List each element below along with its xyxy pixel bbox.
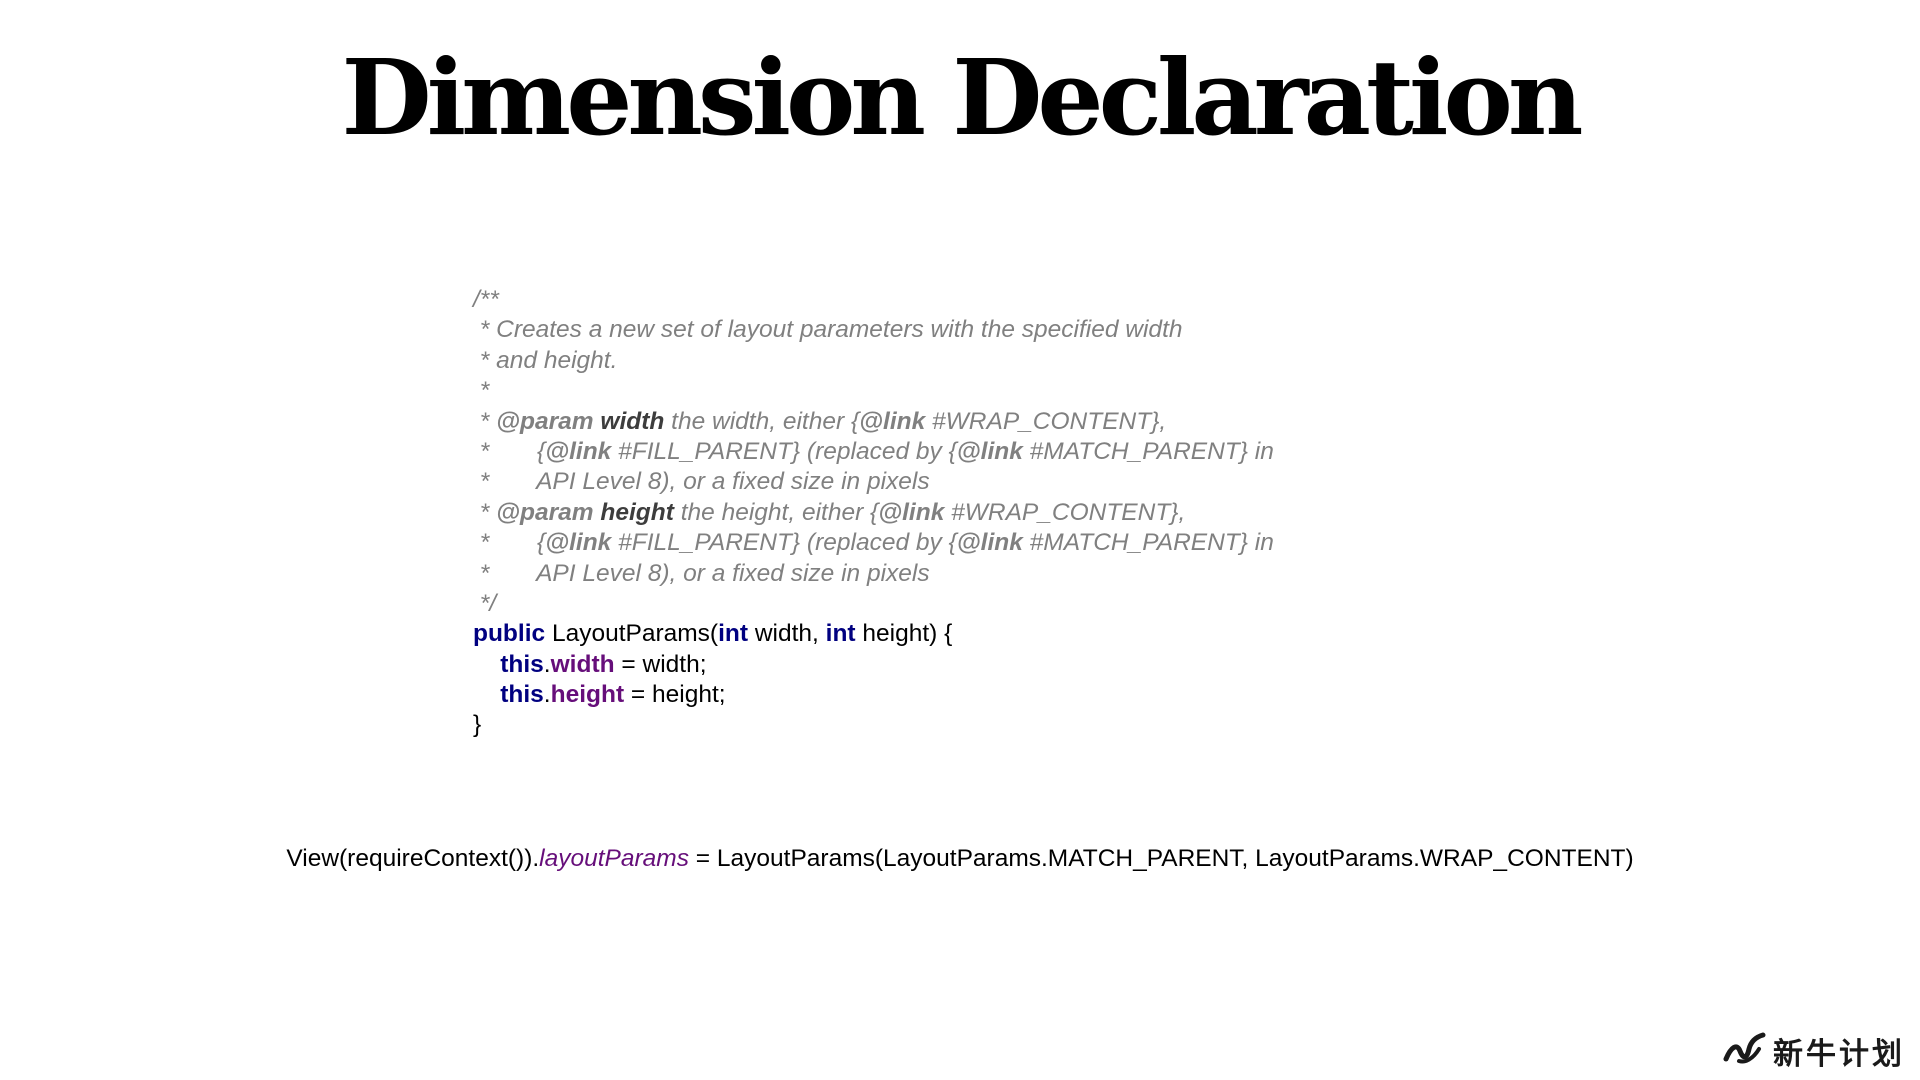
usage-example: View(requireContext()).layoutParams = La…	[0, 845, 1920, 873]
javadoc-text: #FILL_PARENT} (replaced by {	[611, 437, 957, 465]
javadoc-param-height: * @param height the height, either {@lin…	[473, 498, 1274, 528]
javadoc-line: *	[473, 377, 490, 405]
assign-width-line: this.width = width;	[500, 650, 707, 678]
javadoc-line: * and height.	[473, 346, 618, 374]
code-snippet: /** * Creates a new set of layout parame…	[473, 285, 1274, 741]
closing-brace: }	[473, 711, 482, 739]
niu-logo-icon	[1723, 1029, 1767, 1074]
javadoc-text: #WRAP_CONTENT},	[944, 498, 1186, 526]
arg-width: width,	[748, 620, 826, 648]
javadoc-text: #WRAP_CONTENT},	[925, 407, 1167, 435]
javadoc-prefix: *	[473, 407, 497, 435]
assign-height-line: this.height = height;	[500, 681, 726, 709]
javadoc-text: #FILL_PARENT} (replaced by {	[611, 529, 957, 557]
keyword-public: public	[473, 620, 546, 648]
usage-property: layoutParams	[539, 845, 689, 872]
keyword-int: int	[825, 620, 856, 648]
javadoc-line: * API Level 8), or a fixed size in pixel…	[473, 559, 930, 587]
link-tag: @link	[956, 437, 1023, 465]
brand-name: 新牛计划	[1773, 1037, 1905, 1072]
constructor-name: LayoutParams(	[545, 620, 719, 648]
keyword-this: this	[500, 650, 544, 678]
usage-prefix: View(requireContext()).	[286, 845, 540, 872]
keyword-this: this	[500, 681, 544, 709]
param-name-height: height	[600, 498, 674, 526]
javadoc-line: * API Level 8), or a fixed size in pixel…	[473, 468, 930, 496]
link-tag: @link	[859, 407, 926, 435]
link-tag: @link	[956, 529, 1023, 557]
javadoc-text: #MATCH_PARENT} in	[1022, 529, 1274, 557]
javadoc-prefix: *	[473, 498, 497, 526]
constructor-signature: public LayoutParams(int width, int heigh…	[473, 619, 1274, 649]
param-tag: @param	[496, 407, 594, 435]
javadoc-text: the width, either {	[664, 407, 860, 435]
javadoc-param-width-cont: * {@link #FILL_PARENT} (replaced by {@li…	[473, 437, 1274, 467]
javadoc-line: * Creates a new set of layout parameters…	[473, 316, 1183, 344]
link-tag: @link	[878, 498, 945, 526]
javadoc-text: * {	[473, 529, 546, 557]
javadoc-close: */	[473, 589, 497, 617]
javadoc-open: /**	[473, 286, 499, 313]
arg-height: height) {	[855, 620, 953, 648]
javadoc-text: * {	[473, 437, 546, 465]
link-tag: @link	[545, 437, 612, 465]
javadoc-param-width: * @param width the width, either {@link …	[473, 407, 1274, 437]
usage-suffix: = LayoutParams(LayoutParams.MATCH_PARENT…	[688, 845, 1634, 872]
javadoc-text: #MATCH_PARENT} in	[1022, 437, 1274, 465]
field-height: height	[550, 681, 625, 709]
param-name-width: width	[600, 407, 665, 435]
brand-watermark: 新牛计划	[1723, 1028, 1905, 1074]
keyword-int: int	[718, 620, 749, 648]
link-tag: @link	[545, 529, 612, 557]
javadoc-param-height-cont: * {@link #FILL_PARENT} (replaced by {@li…	[473, 528, 1274, 558]
slide-title: Dimension Declaration	[341, 36, 1583, 159]
javadoc-text: the height, either {	[673, 498, 879, 526]
param-tag: @param	[496, 498, 594, 526]
field-width: width	[550, 650, 615, 678]
